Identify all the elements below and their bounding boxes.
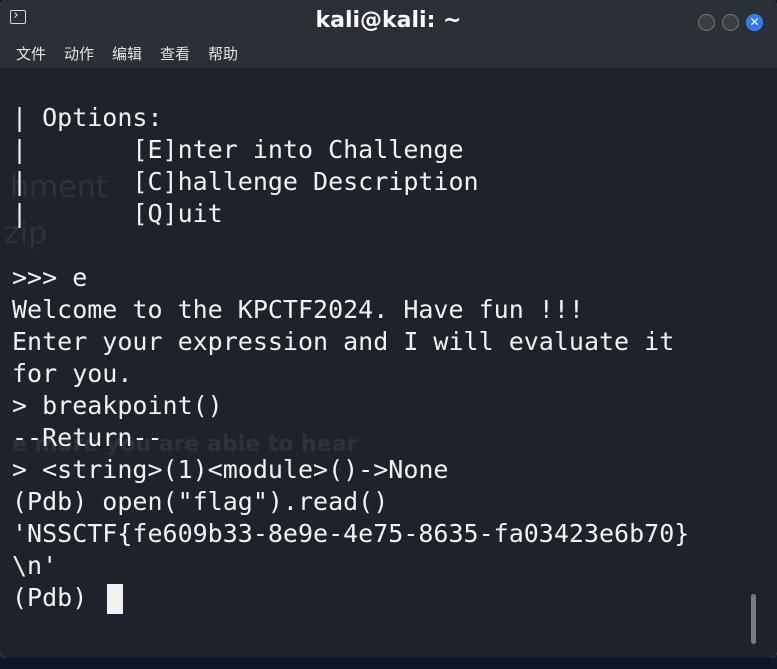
minimize-icon[interactable]	[698, 14, 715, 31]
terminal-prompt-line: (Pdb)	[12, 583, 103, 612]
menu-view[interactable]: 查看	[160, 43, 190, 64]
title-bar[interactable]: kali@kali: ~ ✕	[0, 0, 777, 38]
menu-help[interactable]: 帮助	[208, 43, 238, 64]
terminal-line: >>> e	[12, 263, 88, 292]
text-cursor	[107, 584, 123, 614]
terminal-line: Enter your expression and I will evaluat…	[12, 327, 675, 356]
terminal-line: | Options:	[12, 103, 163, 132]
terminal-line: | [C]hallenge Description	[12, 167, 479, 196]
scrollbar[interactable]	[751, 594, 756, 644]
terminal-line: > <string>(1)<module>()->None	[12, 455, 449, 484]
terminal-line: --Return--	[12, 423, 163, 452]
menu-edit[interactable]: 编辑	[112, 43, 142, 64]
maximize-icon[interactable]	[722, 14, 739, 31]
terminal-line: for you.	[12, 359, 133, 388]
close-icon[interactable]: ✕	[746, 14, 763, 31]
terminal-line: > breakpoint()	[12, 391, 223, 420]
menu-file[interactable]: 文件	[16, 43, 46, 64]
terminal-line: 'NSSCTF{fe609b33-8e9e-4e75-8635-fa03423e…	[12, 519, 690, 548]
terminal-line: \n'	[12, 551, 58, 580]
menu-bar: 文件 动作 编辑 查看 帮助	[0, 38, 777, 68]
desktop-background	[0, 658, 777, 669]
window-title: kali@kali: ~	[315, 8, 462, 33]
terminal-line: (Pdb) open("flag").read()	[12, 487, 389, 516]
terminal-line: | [Q]uit	[12, 199, 223, 228]
terminal-window: kali@kali: ~ ✕ 文件 动作 编辑 查看 帮助 hment zip …	[0, 0, 777, 658]
terminal-line: | [E]nter into Challenge	[12, 135, 464, 164]
menu-action[interactable]: 动作	[64, 43, 94, 64]
terminal-line: Welcome to the KPCTF2024. Have fun !!!	[12, 295, 584, 324]
